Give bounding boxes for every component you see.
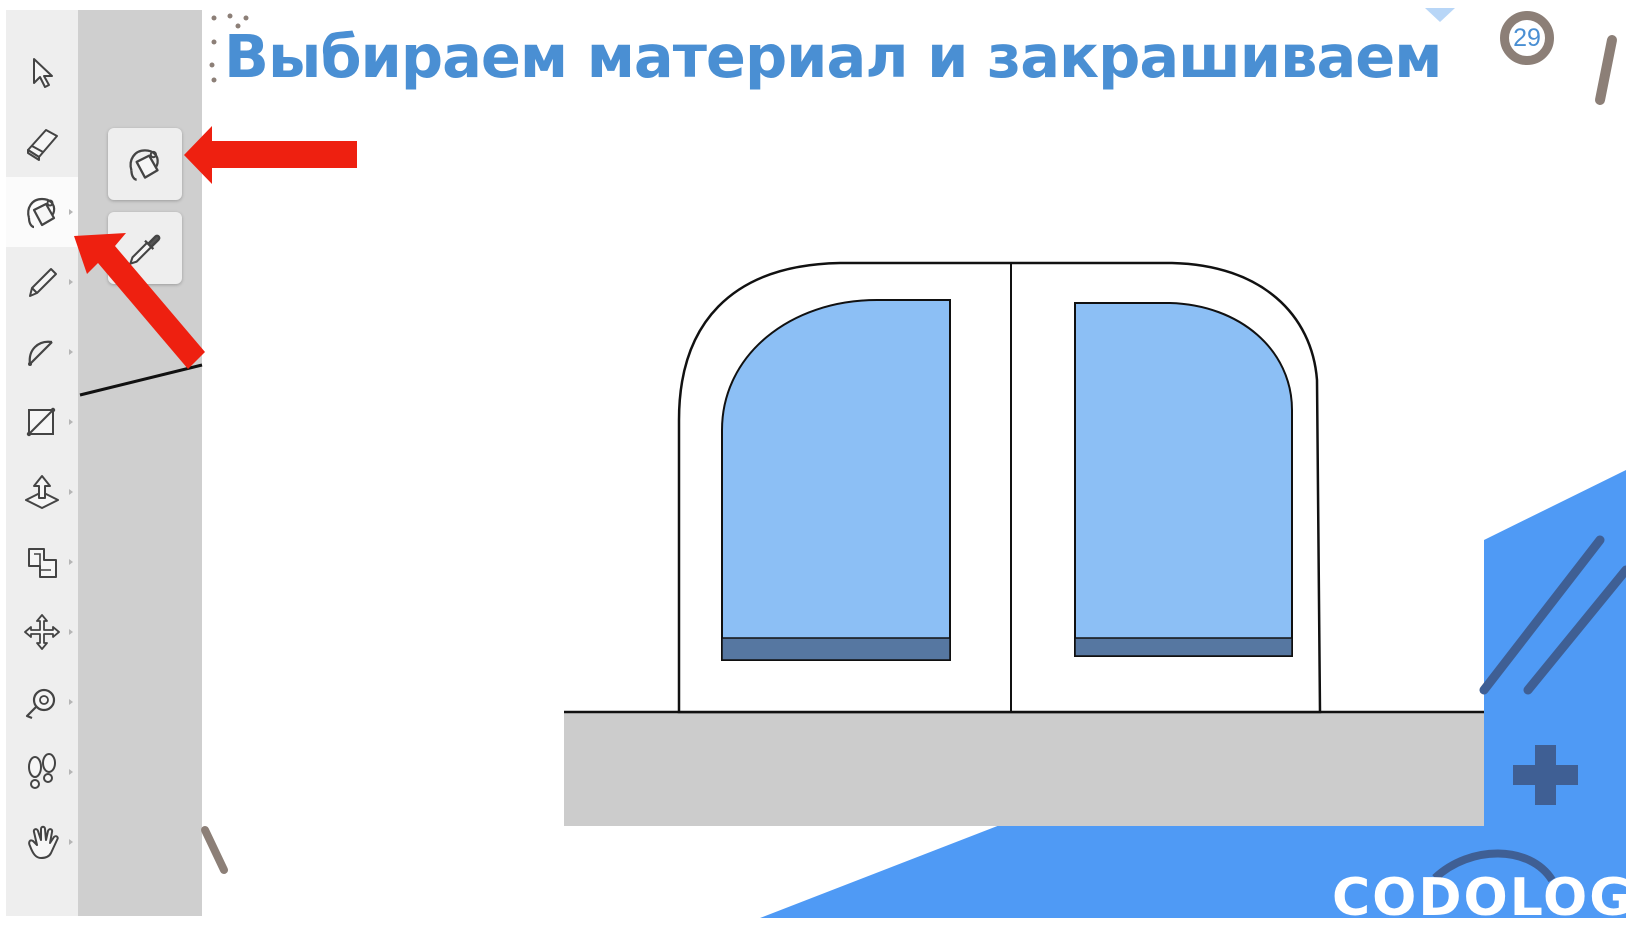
arrow-to-flyout [184, 126, 357, 184]
arrow-to-toolbar [74, 233, 205, 369]
brand-logo: CODOLOGIA [1332, 868, 1626, 928]
annotation-arrows [74, 126, 357, 369]
slide-title: Выбираем материал и закрашиваем [224, 22, 1443, 91]
page-number-badge: 29 [1500, 11, 1554, 65]
